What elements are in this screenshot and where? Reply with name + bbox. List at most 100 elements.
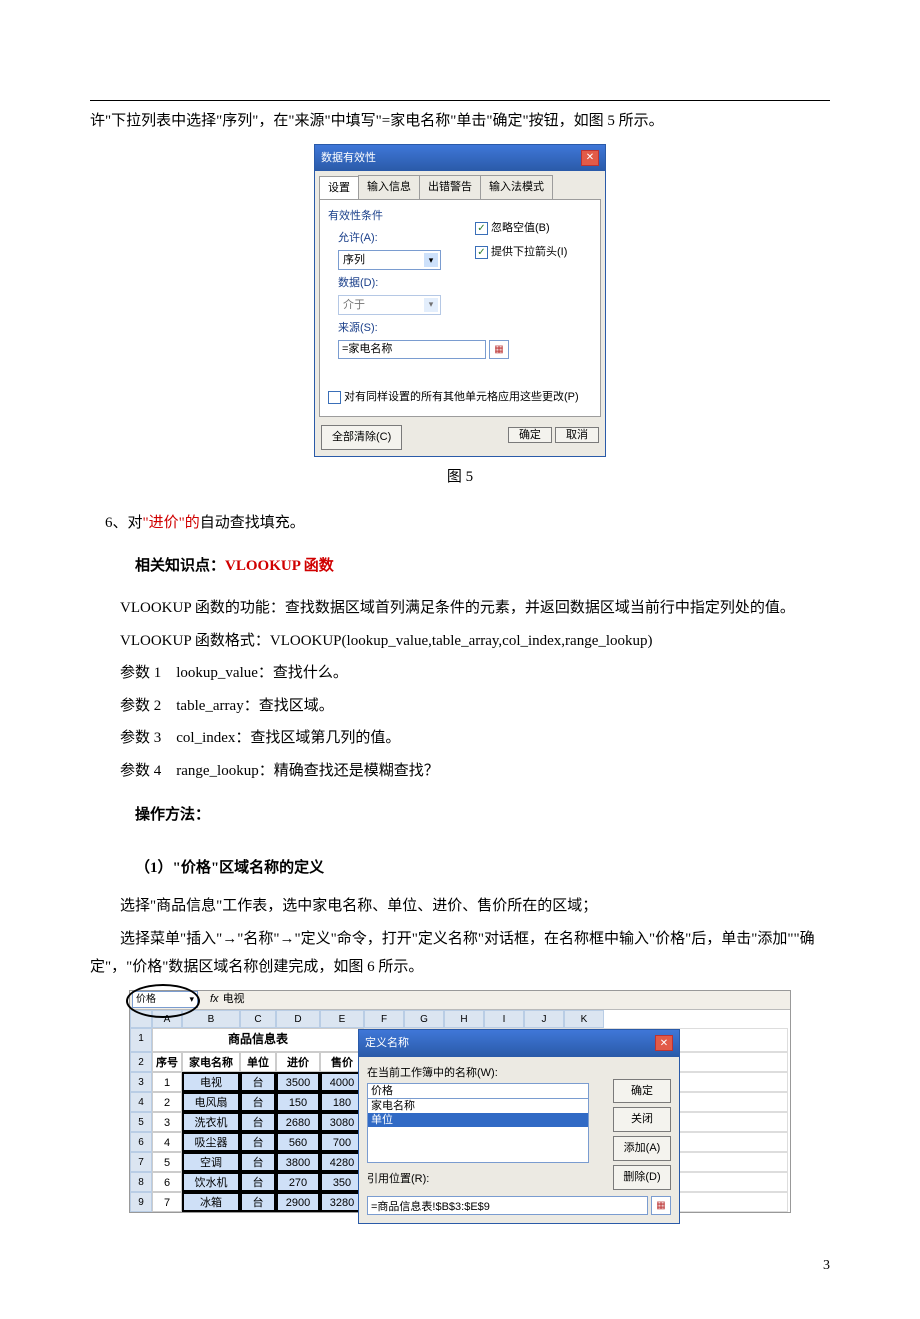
- row-header[interactable]: 3: [130, 1072, 152, 1092]
- checkbox-checked-icon: ✓: [475, 246, 488, 259]
- cell[interactable]: 7: [152, 1192, 182, 1212]
- cell[interactable]: 吸尘器: [182, 1132, 240, 1152]
- col-header[interactable]: H: [444, 1010, 484, 1028]
- row-header[interactable]: 8: [130, 1172, 152, 1192]
- cell[interactable]: 台: [240, 1112, 276, 1132]
- col-header[interactable]: C: [240, 1010, 276, 1028]
- top-rule: [90, 100, 830, 101]
- dialog-body: 有效性条件 允许(A): 序列 ▾ 数据(D): 介于 ▾ 来源(S): =家电…: [319, 199, 601, 416]
- source-label: 来源(S):: [338, 318, 592, 339]
- cell[interactable]: 饮水机: [182, 1172, 240, 1192]
- cell[interactable]: 6: [152, 1172, 182, 1192]
- cell[interactable]: 3800: [276, 1152, 320, 1172]
- col-header[interactable]: F: [364, 1010, 404, 1028]
- add-button[interactable]: 添加(A): [613, 1136, 671, 1161]
- table-title[interactable]: 商品信息表: [152, 1028, 364, 1052]
- data-validation-dialog: 数据有效性 ✕ 设置 输入信息 出错警告 输入法模式 有效性条件 允许(A): …: [314, 144, 606, 457]
- cell[interactable]: 电视: [182, 1072, 240, 1092]
- row-header[interactable]: 5: [130, 1112, 152, 1132]
- cell[interactable]: 5: [152, 1152, 182, 1172]
- tab-error-alert[interactable]: 出错警告: [419, 175, 481, 199]
- section1-p1: 选择"商品信息"工作表，选中家电名称、单位、进价、售价所在的区域；: [90, 892, 830, 921]
- header-cell[interactable]: 单位: [240, 1052, 276, 1072]
- tab-ime[interactable]: 输入法模式: [480, 175, 553, 199]
- names-listbox[interactable]: 价格 家电名称 单位: [367, 1083, 589, 1163]
- allow-select[interactable]: 序列 ▾: [338, 250, 441, 270]
- close-icon[interactable]: ✕: [655, 1035, 673, 1051]
- operation-label: 操作方法：: [135, 801, 830, 830]
- dropdown-label: 提供下拉箭头(I): [491, 242, 567, 263]
- close-icon[interactable]: ✕: [581, 150, 599, 166]
- list-item[interactable]: 家电名称: [368, 1099, 588, 1113]
- col-header[interactable]: I: [484, 1010, 524, 1028]
- row-header[interactable]: 9: [130, 1192, 152, 1212]
- cell[interactable]: 4: [152, 1132, 182, 1152]
- ok-button[interactable]: 确定: [613, 1079, 671, 1104]
- cell[interactable]: 3: [152, 1112, 182, 1132]
- tab-settings[interactable]: 设置: [319, 176, 359, 200]
- row-header[interactable]: 4: [130, 1092, 152, 1112]
- dropdown-checkbox[interactable]: ✓ 提供下拉箭头(I): [475, 242, 567, 263]
- step6-suffix: 自动查找填充。: [200, 515, 305, 531]
- clear-all-button[interactable]: 全部清除(C): [321, 425, 402, 450]
- kp-value: VLOOKUP 函数: [225, 558, 334, 574]
- cell[interactable]: 3500: [276, 1072, 320, 1092]
- select-all-corner[interactable]: [130, 1010, 152, 1028]
- ref-input[interactable]: [367, 1196, 648, 1215]
- cell[interactable]: 1: [152, 1072, 182, 1092]
- cell[interactable]: 560: [276, 1132, 320, 1152]
- col-header[interactable]: B: [182, 1010, 240, 1028]
- list-item[interactable]: 单位: [368, 1113, 588, 1127]
- row-header[interactable]: 6: [130, 1132, 152, 1152]
- cell[interactable]: 台: [240, 1152, 276, 1172]
- param2: 参数 2 table_array：查找区域。: [90, 692, 830, 721]
- page-number: 3: [90, 1253, 830, 1280]
- col-header[interactable]: D: [276, 1010, 320, 1028]
- row-header[interactable]: 1: [130, 1028, 152, 1052]
- cell[interactable]: 洗衣机: [182, 1112, 240, 1132]
- cell[interactable]: 2900: [276, 1192, 320, 1212]
- cell[interactable]: 电风扇: [182, 1092, 240, 1112]
- col-header[interactable]: A: [152, 1010, 182, 1028]
- col-header[interactable]: E: [320, 1010, 364, 1028]
- name-box[interactable]: 价格 ▾: [132, 991, 198, 1008]
- ok-button[interactable]: 确定: [508, 427, 552, 443]
- header-cell[interactable]: 序号: [152, 1052, 182, 1072]
- cell[interactable]: 空调: [182, 1152, 240, 1172]
- apply-all-checkbox[interactable]: 对有同样设置的所有其他单元格应用这些更改(P): [328, 387, 592, 408]
- cell[interactable]: 150: [276, 1092, 320, 1112]
- range-picker-icon[interactable]: ▦: [489, 340, 509, 359]
- col-header[interactable]: J: [524, 1010, 564, 1028]
- header-cell[interactable]: 进价: [276, 1052, 320, 1072]
- step6: 6、对"进价"的自动查找填充。: [105, 509, 830, 538]
- close-button[interactable]: 关闭: [613, 1107, 671, 1132]
- cell[interactable]: 2: [152, 1092, 182, 1112]
- row-header[interactable]: 2: [130, 1052, 152, 1072]
- range-picker-icon[interactable]: ▦: [651, 1196, 671, 1215]
- dialog-titlebar: 定义名称 ✕: [359, 1030, 679, 1057]
- row-header[interactable]: 7: [130, 1152, 152, 1172]
- col-header[interactable]: K: [564, 1010, 604, 1028]
- cancel-button[interactable]: 取消: [555, 427, 599, 443]
- step6-prefix: 6、对: [105, 515, 143, 531]
- cell[interactable]: 270: [276, 1172, 320, 1192]
- cell[interactable]: 台: [240, 1172, 276, 1192]
- tab-input-msg[interactable]: 输入信息: [358, 175, 420, 199]
- list-item[interactable]: 价格: [368, 1084, 588, 1099]
- cell[interactable]: 2680: [276, 1112, 320, 1132]
- header-cell[interactable]: 家电名称: [182, 1052, 240, 1072]
- cell[interactable]: 台: [240, 1192, 276, 1212]
- cell[interactable]: 台: [240, 1072, 276, 1092]
- source-input[interactable]: =家电名称: [338, 340, 486, 359]
- apply-all-label: 对有同样设置的所有其他单元格应用这些更改(P): [344, 387, 579, 408]
- col-header[interactable]: G: [404, 1010, 444, 1028]
- excel-screenshot: 价格 ▾ fx 电视 1 2 3 4 5 6 7 8 9 A B C D E: [129, 990, 791, 1213]
- kp-label: 相关知识点：: [135, 558, 225, 574]
- cell[interactable]: 冰箱: [182, 1192, 240, 1212]
- cell[interactable]: 台: [240, 1092, 276, 1112]
- cell[interactable]: 台: [240, 1132, 276, 1152]
- delete-button[interactable]: 删除(D): [613, 1165, 671, 1190]
- ignore-blank-checkbox[interactable]: ✓ 忽略空值(B): [475, 218, 567, 239]
- row-headers: 1 2 3 4 5 6 7 8 9: [130, 1010, 152, 1212]
- section1-p2: 选择菜单"插入"→"名称"→"定义"命令，打开"定义名称"对话框，在名称框中输入…: [90, 925, 830, 982]
